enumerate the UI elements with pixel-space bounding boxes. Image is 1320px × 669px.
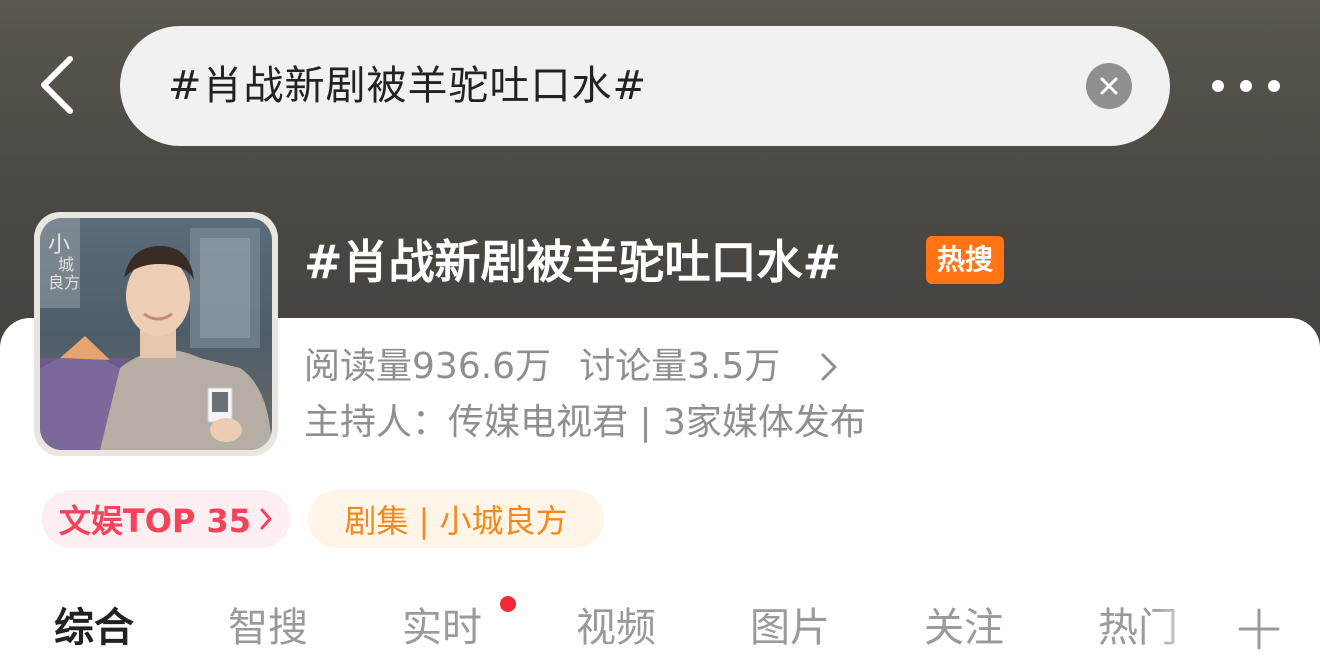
- discussions-label: 讨论量: [579, 346, 688, 387]
- more-dots-icon: [1212, 80, 1224, 92]
- tab-comprehensive[interactable]: 综合: [54, 602, 134, 654]
- svg-text:城: 城: [58, 255, 74, 274]
- reads-label: 阅读量: [304, 346, 413, 387]
- plus-icon: [1238, 608, 1280, 650]
- discussions-value: 3.5万: [687, 346, 781, 387]
- tab-following[interactable]: 关注: [924, 602, 1004, 654]
- add-tab-button[interactable]: [1236, 606, 1282, 652]
- chevron-right-icon: [259, 507, 273, 531]
- back-chevron-icon: [41, 56, 73, 114]
- cover-photo: 小 城 良方: [40, 218, 272, 450]
- search-bar[interactable]: #肖战新剧被羊驼吐口水#: [120, 26, 1170, 146]
- clear-x-icon: [1100, 77, 1118, 95]
- search-query-text[interactable]: #肖战新剧被羊驼吐口水#: [168, 62, 647, 110]
- hot-search-badge: 热搜: [926, 236, 1004, 284]
- topic-cover-image[interactable]: 小 城 良方: [34, 212, 278, 456]
- chevron-right-icon[interactable]: [820, 352, 838, 382]
- notification-dot: [500, 596, 516, 612]
- tab-smart-search[interactable]: 智搜: [228, 602, 308, 654]
- tab-video[interactable]: 视频: [576, 602, 656, 654]
- clear-search-button[interactable]: [1086, 63, 1132, 109]
- entertainment-rank-tag[interactable]: 文娱TOP 35: [42, 490, 290, 548]
- host-info[interactable]: 主持人：传媒电视君 | 3家媒体发布: [304, 400, 866, 446]
- more-options-button[interactable]: [1206, 62, 1286, 110]
- tabs-fade-overlay: [1150, 596, 1220, 669]
- tab-images[interactable]: 图片: [750, 602, 830, 654]
- topic-stats[interactable]: 阅读量 936.6万 讨论量 3.5万: [304, 344, 838, 390]
- topic-title: #肖战新剧被羊驼吐口水#: [304, 235, 842, 289]
- rank-tag-label: 文娱TOP 35: [58, 502, 252, 540]
- back-button[interactable]: [28, 52, 84, 118]
- drama-series-tag[interactable]: 剧集 | 小城良方: [308, 490, 604, 548]
- result-tabs: 综合 智搜 实时 视频 图片 关注 热门: [0, 596, 1320, 669]
- svg-text:良方: 良方: [48, 273, 80, 292]
- tab-realtime[interactable]: 实时: [402, 602, 482, 654]
- reads-value: 936.6万: [412, 346, 552, 387]
